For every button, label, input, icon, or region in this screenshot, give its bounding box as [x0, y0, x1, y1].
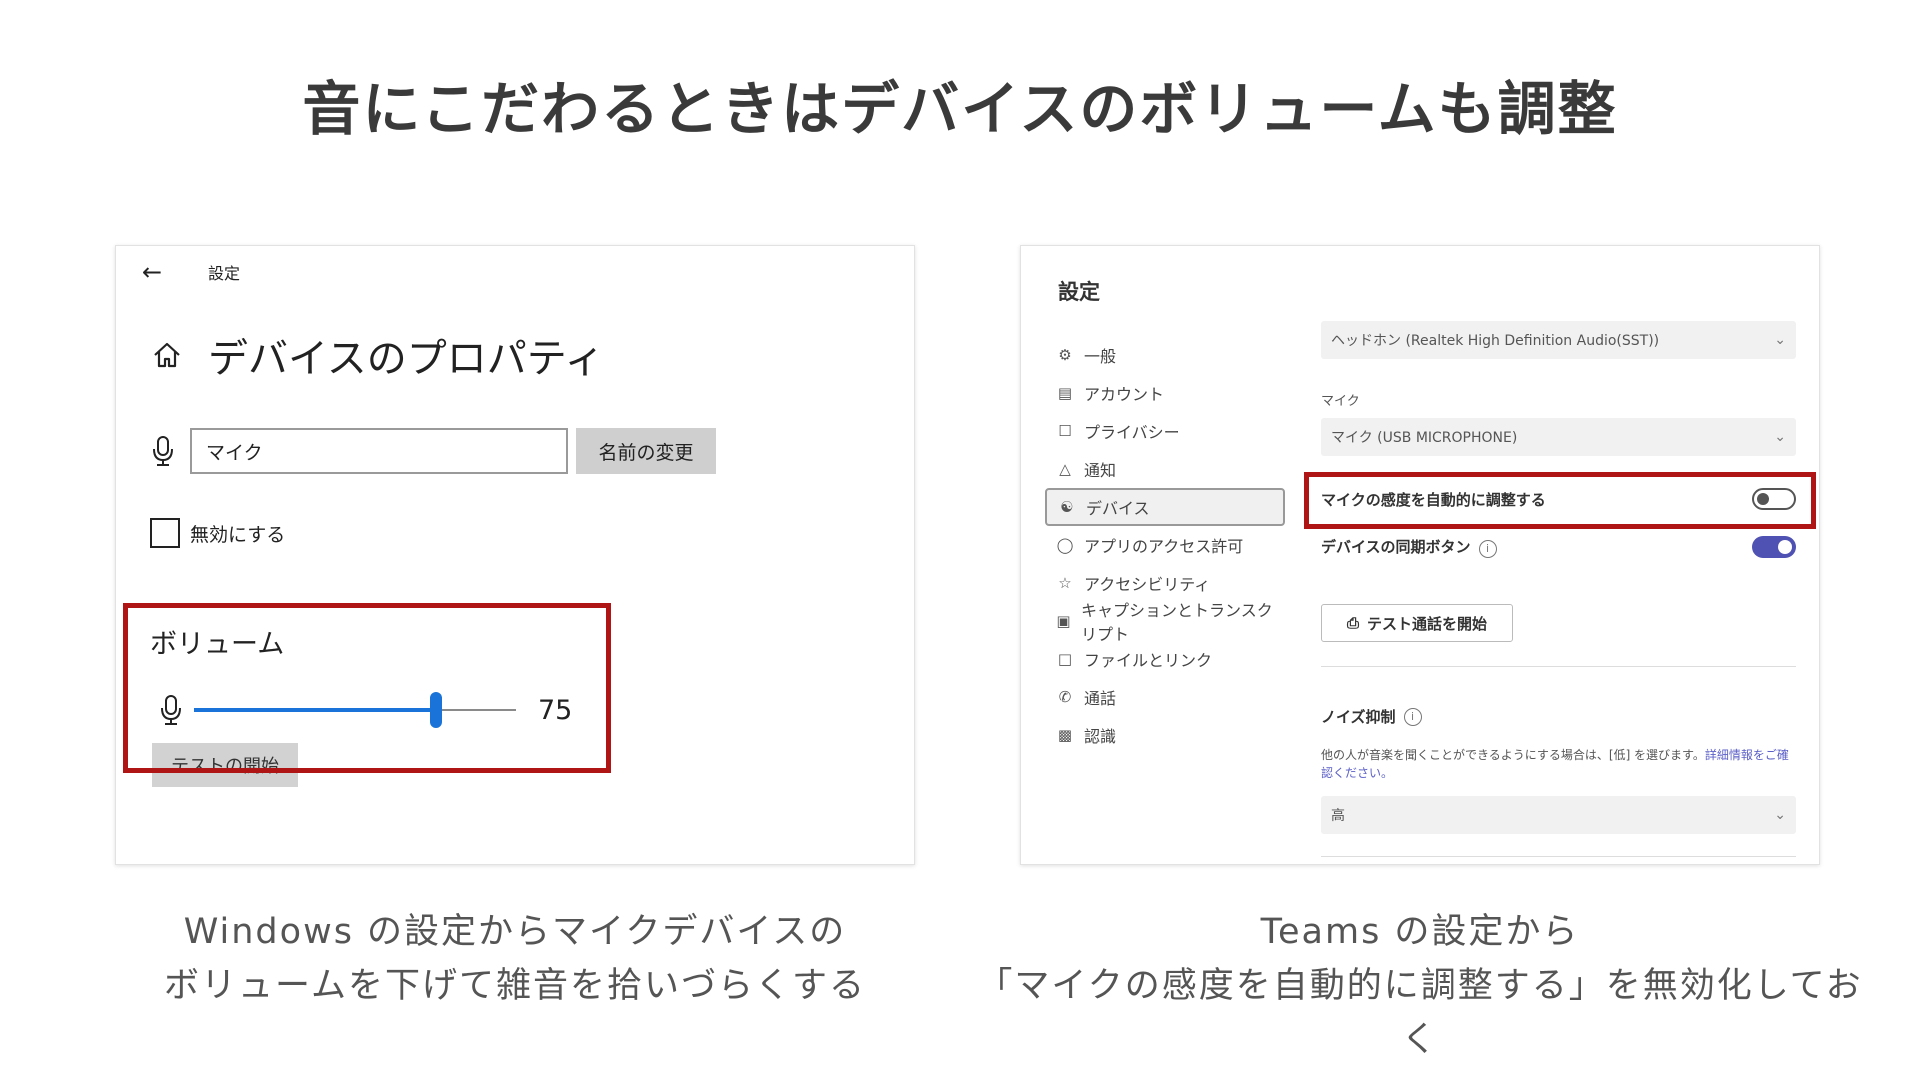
info-icon[interactable]: i [1478, 539, 1497, 558]
shield-icon: ◯ [1056, 536, 1074, 554]
sidebar-item-account[interactable]: ▤ アカウント [1045, 374, 1285, 412]
chevron-down-icon: ⌄ [1774, 332, 1786, 348]
sidebar-item-label: ファイルとリンク [1084, 651, 1213, 670]
windows-device-properties-panel: ← 設定 デバイスのプロパティ マイク 名前の変更 無効にする ボリューム 75… [115, 245, 915, 865]
sidebar-item-label: キャプションとトランスクリプト [1081, 601, 1273, 644]
disable-checkbox-label: 無効にする [190, 523, 286, 546]
noise-description: 他の人が音楽を聞くことができるようにする場合は、[低] を選びます。詳細情報をご… [1321, 746, 1796, 782]
gear-icon: ⚙ [1058, 346, 1072, 364]
right-caption: Teams の設定から 「マイクの感度を自動的に調整する」を無効化しておく [960, 905, 1880, 1067]
teams-settings-panel: 設定 ⚙ 一般 ▤ アカウント ☐ プライバシー △ 通知 ☯ デバイス ◯ ア… [1020, 245, 1820, 865]
auto-adjust-highlight-box [1304, 472, 1816, 529]
home-icon[interactable] [152, 341, 182, 369]
noise-suppression-label: ノイズ抑制 [1321, 708, 1396, 726]
sidebar-item-label: アプリのアクセス許可 [1084, 537, 1244, 556]
sidebar-item-calls[interactable]: ✆ 通話 [1045, 678, 1285, 716]
sidebar-item-recognition[interactable]: ▩ 認識 [1045, 716, 1285, 754]
mic-dropdown[interactable]: マイク (USB MICROPHONE) ⌄ [1321, 418, 1796, 456]
sidebar-item-privacy[interactable]: ☐ プライバシー [1045, 412, 1285, 450]
id-card-icon: ▤ [1057, 384, 1073, 402]
right-caption-line-1: Teams の設定から [1260, 912, 1580, 952]
volume-highlight-box [123, 603, 611, 773]
bell-icon: △ [1059, 460, 1071, 478]
accessibility-icon: ☆ [1058, 574, 1072, 592]
sidebar-item-label: アカウント [1084, 385, 1165, 404]
sidebar-item-label: 認識 [1084, 727, 1117, 746]
noise-dropdown-value: 高 [1331, 808, 1345, 824]
noise-description-text: 他の人が音楽を聞くことができるようにする場合は、[低] を選びます。 [1321, 748, 1705, 762]
sidebar-item-label: 通話 [1084, 689, 1117, 708]
back-arrow-icon[interactable]: ← [142, 258, 172, 286]
test-call-label: テスト通話を開始 [1367, 614, 1488, 633]
windows-topbar: ← 設定 [142, 258, 240, 286]
test-call-button[interactable]: ⎙ テスト通話を開始 [1321, 604, 1513, 642]
sidebar-item-notifications[interactable]: △ 通知 [1045, 450, 1285, 488]
sidebar-item-label: 一般 [1084, 347, 1117, 366]
sidebar-item-devices[interactable]: ☯ デバイス [1045, 488, 1285, 526]
headset-icon: ☯ [1060, 498, 1074, 516]
microphone-icon [153, 436, 173, 466]
device-name-input[interactable]: マイク [190, 428, 568, 474]
right-caption-line-2: 「マイクの感度を自動的に調整する」を無効化しておく [977, 966, 1863, 1060]
sidebar-item-captions[interactable]: ▣ キャプションとトランスクリプト [1045, 601, 1285, 644]
noise-suppression-row: ノイズ抑制 i [1321, 706, 1796, 727]
sidebar-item-label: アクセシビリティ [1084, 575, 1211, 594]
mic-label: マイク [1321, 394, 1360, 409]
sidebar-item-label: プライバシー [1084, 423, 1180, 442]
left-caption: Windows の設定からマイクデバイスの ボリュームを下げて雑音を拾いづらくす… [115, 905, 915, 1013]
windows-heading: デバイスのプロパティ [152, 326, 604, 384]
disable-row: 無効にする [150, 518, 285, 548]
sync-buttons-label-wrap: デバイスの同期ボタン i [1321, 536, 1752, 558]
disable-checkbox[interactable] [150, 518, 180, 548]
sidebar-item-files[interactable]: □ ファイルとリンク [1045, 640, 1285, 678]
sidebar-item-app-permissions[interactable]: ◯ アプリのアクセス許可 [1045, 526, 1285, 564]
chevron-down-icon: ⌄ [1774, 429, 1786, 445]
sidebar-item-label: 通知 [1084, 461, 1117, 480]
speaker-dropdown[interactable]: ヘッドホン (Realtek High Definition Audio(SST… [1321, 321, 1796, 359]
left-caption-line-1: Windows の設定からマイクデバイスの [183, 912, 847, 952]
sync-buttons-label: デバイスの同期ボタン [1321, 538, 1471, 557]
settings-label: 設定 [208, 264, 241, 283]
sidebar-item-general[interactable]: ⚙ 一般 [1045, 336, 1285, 374]
toggle-knob [1778, 540, 1792, 554]
page-title: 音にこだわるときはデバイスのボリュームも調整 [302, 75, 1618, 143]
sync-buttons-row: デバイスの同期ボタン i [1321, 536, 1796, 558]
phone-icon: ✆ [1058, 688, 1072, 706]
info-icon[interactable]: i [1403, 707, 1422, 726]
device-name-row: マイク 名前の変更 [152, 428, 716, 474]
noise-dropdown[interactable]: 高 ⌄ [1321, 796, 1796, 834]
left-caption-line-2: ボリュームを下げて雑音を拾いづらくする [164, 966, 866, 1006]
teams-settings-title: 設定 [1058, 280, 1100, 304]
section-divider [1321, 856, 1796, 857]
rename-button[interactable]: 名前の変更 [576, 428, 716, 474]
sync-buttons-toggle[interactable] [1752, 536, 1796, 558]
test-call-icon: ⎙ [1346, 614, 1359, 632]
captions-icon: ▣ [1056, 612, 1071, 630]
file-icon: □ [1057, 650, 1073, 668]
sidebar-item-label: デバイス [1086, 499, 1150, 518]
teams-sidebar: ⚙ 一般 ▤ アカウント ☐ プライバシー △ 通知 ☯ デバイス ◯ アプリの… [1045, 336, 1285, 754]
mic-dropdown-value: マイク (USB MICROPHONE) [1331, 430, 1518, 446]
recognition-icon: ▩ [1057, 726, 1073, 744]
device-properties-title: デバイスのプロパティ [208, 336, 605, 382]
speaker-dropdown-value: ヘッドホン (Realtek High Definition Audio(SST… [1331, 333, 1660, 349]
teams-device-settings: ヘッドホン (Realtek High Definition Audio(SST… [1321, 246, 1796, 864]
section-divider [1321, 666, 1796, 667]
lock-icon: ☐ [1058, 422, 1072, 440]
chevron-down-icon: ⌄ [1774, 807, 1786, 823]
